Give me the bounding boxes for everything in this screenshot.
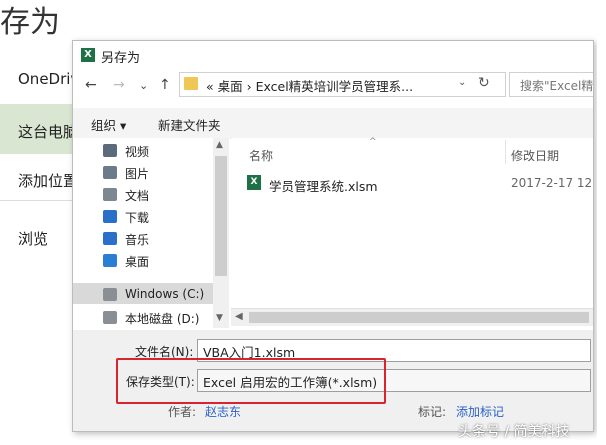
column-header-date[interactable]: 修改日期 [511,147,559,164]
file-list-pane [231,138,593,328]
authors-label: 作者: [168,405,197,419]
tree-item-label: 图片 [125,167,150,181]
watermark: 头条号 / 简美科技 [458,424,570,440]
tree-item-label: 视频 [125,145,150,159]
breadcrumb[interactable]: « 桌面 › Excel精英培训学员管理系... [206,76,413,95]
tree-item-label: 本地磁盘 (D:) [125,312,200,326]
scroll-up-icon[interactable]: ▲ [216,140,223,150]
file-modified-date: 2017-2-17 12 [511,176,593,190]
desktop-icon [103,254,117,267]
tree-item-label: 音乐 [125,233,150,247]
refresh-icon[interactable]: ↻ [478,75,490,91]
tree-item-label: Windows (C:) [125,287,205,301]
drive-icon [103,288,117,301]
video-icon [103,144,117,157]
recent-dropdown-icon[interactable]: ⌄ [139,79,148,92]
backstage-nav-add-place[interactable]: 添加位置 [18,170,78,191]
backstage-divider [0,200,72,201]
dialog-title: 另存为 [101,51,141,66]
pictures-icon [103,166,117,179]
tree-item-label: 桌面 [125,255,150,269]
search-input[interactable]: 搜索"Excel精 [509,72,594,97]
documents-icon [103,188,117,201]
file-name: 学员管理系统.xlsm [269,179,378,194]
tree-item-label: 文档 [125,189,150,203]
scroll-down-icon[interactable]: ▼ [216,313,223,323]
sort-caret-icon: ^ [369,137,377,147]
navigation-scrollbar-thumb[interactable] [215,156,227,276]
organize-button[interactable]: 组织 ▾ [91,115,126,134]
column-divider[interactable] [505,140,506,164]
music-icon [103,232,117,245]
drive-icon [103,311,117,324]
up-arrow-icon[interactable]: ↑ [159,77,171,93]
address-dropdown-icon[interactable]: ⌄ [458,77,466,88]
horizontal-scrollbar-thumb[interactable] [249,312,589,323]
authors-value[interactable]: 赵志东 [205,403,241,420]
navigation-pane: 视频图片文档下载音乐桌面 Windows (C:) 本地磁盘 (D:) [73,138,230,328]
tree-item-label: 下载 [125,211,150,225]
downloads-icon [103,210,117,223]
address-bar[interactable]: « 桌面 › Excel精英培训学员管理系... [179,72,506,97]
backstage-title: 存为 [0,5,60,40]
tags-label: 标记: [418,405,447,419]
search-placeholder: 搜索"Excel精 [520,79,594,93]
dialog-titlebar[interactable]: X 另存为 [73,41,593,69]
excel-file-icon: X [247,175,261,190]
column-header-name[interactable]: 名称 [249,147,273,164]
backstage-nav-onedrive[interactable]: OneDriv [18,70,79,88]
forward-arrow-icon[interactable]: → [113,77,125,93]
file-row[interactable]: X 学员管理系统.xlsm 2017-2-17 12 [247,175,593,197]
back-arrow-icon[interactable]: ← [85,77,97,93]
new-folder-button[interactable]: 新建文件夹 [158,115,221,134]
excel-icon: X [81,48,95,62]
backstage-nav-this-pc[interactable]: 这台电脑 [18,121,78,142]
highlight-annotation-box [116,358,386,404]
add-tags-link[interactable]: 添加标记 [456,403,504,420]
scroll-left-icon[interactable]: ◀ [235,311,243,322]
page-edge [597,0,606,445]
backstage-nav-browse[interactable]: 浏览 [18,228,48,249]
horizontal-scrollbar[interactable]: ◀ [231,308,593,326]
folder-icon [184,77,198,90]
command-toolbar: 组织 ▾ 新建文件夹 [73,108,593,139]
